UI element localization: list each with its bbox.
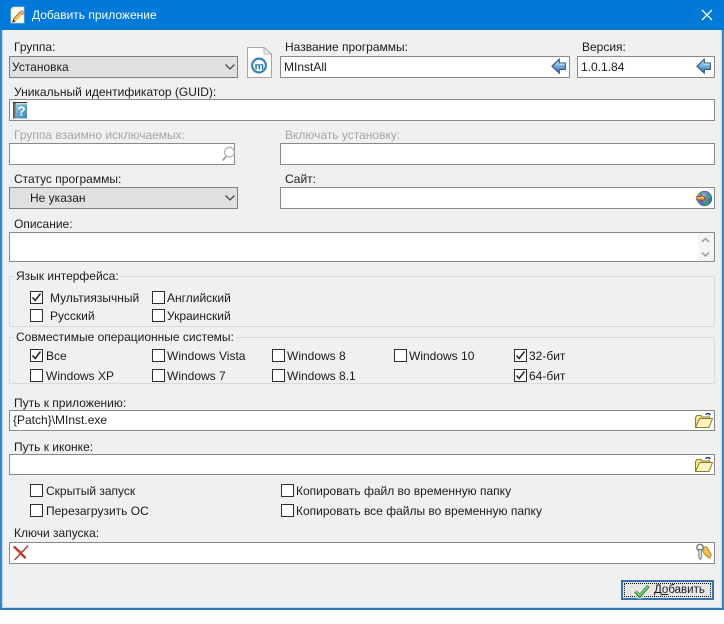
svg-text:?: ? xyxy=(18,104,26,119)
svg-text:m: m xyxy=(255,61,264,73)
